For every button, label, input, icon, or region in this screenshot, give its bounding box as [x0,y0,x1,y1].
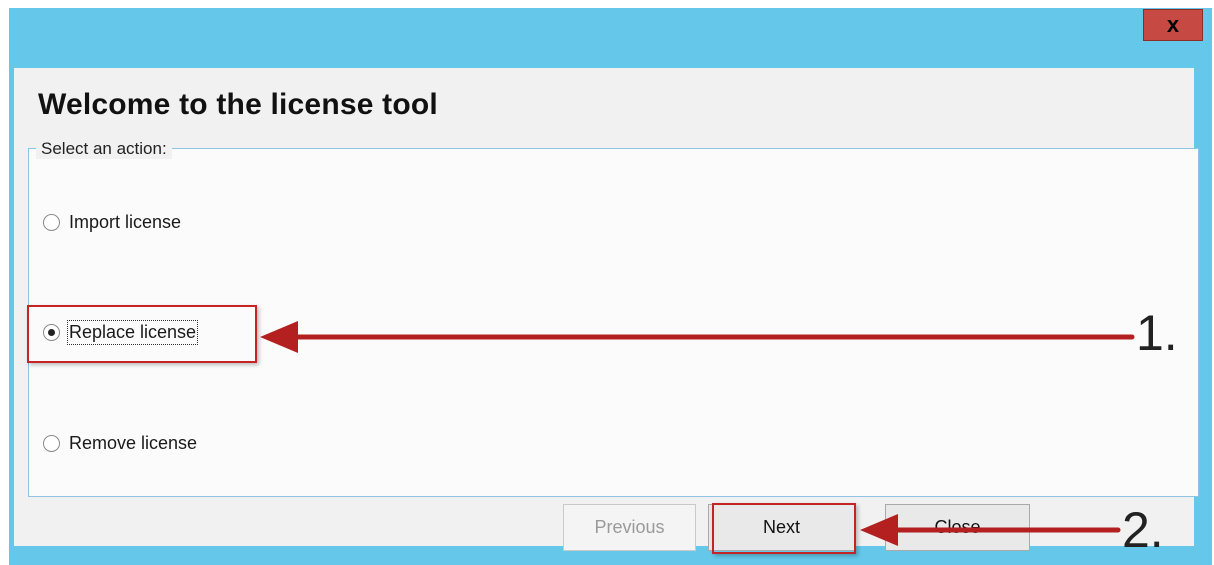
step-label-1: 1. [1136,305,1178,361]
annotation-arrows [260,321,1135,546]
arrow-1 [260,321,1135,353]
arrow-2 [860,514,1121,546]
step-label-2: 2. [1122,502,1164,558]
